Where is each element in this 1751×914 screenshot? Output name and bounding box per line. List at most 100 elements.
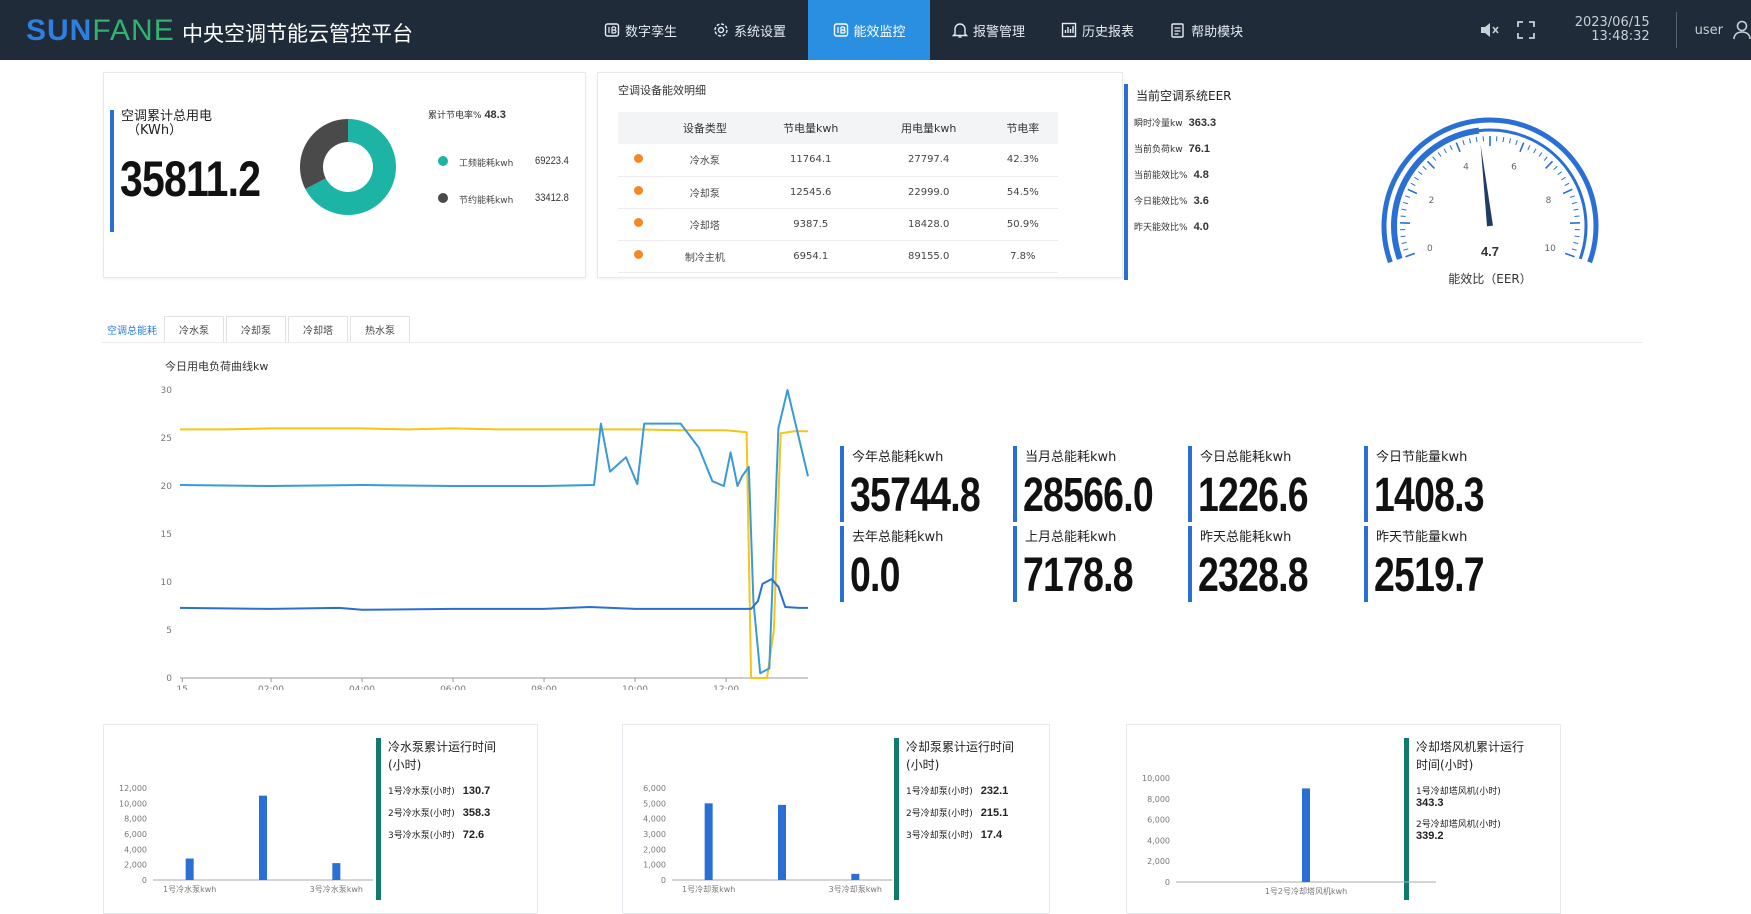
summary-label: 空调累计总用电（KWh） bbox=[121, 110, 212, 138]
table-cell bbox=[618, 176, 658, 208]
legend-value: 69223.4 bbox=[535, 155, 569, 167]
x-tick-label: 15 bbox=[177, 685, 188, 690]
summary-value: 35811.2 bbox=[120, 150, 260, 208]
brand-logo: SUNFANE bbox=[26, 14, 175, 48]
y-tick-label: 10,000 bbox=[1142, 774, 1170, 783]
gauge-tick bbox=[1469, 138, 1470, 143]
table-cell: 冷却泵 bbox=[658, 176, 752, 208]
gear-icon bbox=[713, 22, 729, 38]
x-tick-label: 3号冷却泵kwh bbox=[829, 884, 882, 894]
y-tick-label: 2,000 bbox=[643, 845, 666, 854]
nav-item-3[interactable]: 报警管理 bbox=[938, 0, 1039, 60]
y-tick-label: 15 bbox=[161, 530, 172, 540]
nav-item-2[interactable]: 能效监控 bbox=[808, 0, 930, 60]
nav-item-1[interactable]: 系统设置 bbox=[699, 0, 800, 60]
top-bar: SUNFANE 中央空调节能云管控平台 数字孪生系统设置 能效监控 报警管理历史报表… bbox=[0, 0, 1751, 60]
eer-accent bbox=[1124, 84, 1128, 280]
y-tick-label: 0 bbox=[142, 876, 147, 885]
tab-2[interactable]: 冷却泵 bbox=[226, 316, 286, 342]
legend-dot bbox=[438, 156, 448, 166]
stat-value: 2328.8 bbox=[1198, 548, 1308, 603]
y-tick-label: 4,000 bbox=[643, 815, 666, 824]
stat-value: 1226.6 bbox=[1198, 468, 1308, 523]
table-header: 节电率 bbox=[988, 112, 1058, 144]
bar bbox=[705, 803, 713, 880]
x-tick-label: 3号冷水泵kwh bbox=[310, 884, 363, 894]
table-cell: 9387.5 bbox=[752, 208, 870, 240]
gauge-tick bbox=[1423, 166, 1427, 169]
bar bbox=[1302, 788, 1310, 882]
nav-item-4[interactable]: 历史报表 bbox=[1047, 0, 1148, 60]
gauge-tick-label: 0 bbox=[1427, 244, 1433, 254]
gauge-tick bbox=[1427, 161, 1434, 168]
y-tick-label: 12,000 bbox=[119, 784, 147, 793]
gauge-tick bbox=[1546, 161, 1553, 168]
donut-slice bbox=[300, 119, 348, 189]
nav-item-5[interactable]: 帮助模块 bbox=[1156, 0, 1257, 60]
gauge-tick bbox=[1411, 183, 1415, 185]
nav-item-0[interactable]: 数字孪生 bbox=[590, 0, 691, 60]
stat-value: 35744.8 bbox=[850, 468, 980, 523]
gauge-tick bbox=[1456, 143, 1460, 152]
tab-3[interactable]: 冷却塔 bbox=[288, 316, 348, 342]
table-header: 用电量kwh bbox=[870, 112, 988, 144]
gauge-tick bbox=[1402, 243, 1407, 244]
stat-label: 当月总能耗kwh bbox=[1025, 446, 1116, 465]
table-cell: 冷水泵 bbox=[658, 144, 752, 176]
table-cell: 12545.6 bbox=[752, 176, 870, 208]
legend-label: 工频能耗kwh bbox=[459, 156, 513, 169]
tab-4[interactable]: 热水泵 bbox=[350, 316, 410, 342]
y-tick-label: 4,000 bbox=[124, 845, 147, 854]
status-dot bbox=[634, 154, 643, 163]
x-tick-label: 08:00 bbox=[531, 685, 557, 690]
user-icon[interactable] bbox=[1733, 20, 1751, 40]
x-tick-label: 1号2号冷却塔风机kwh bbox=[1265, 886, 1347, 896]
bell-icon bbox=[952, 22, 968, 38]
status-dot bbox=[634, 218, 643, 227]
gauge-tick-label: 6 bbox=[1511, 163, 1517, 173]
app-title: 中央空调节能云管控平台 bbox=[182, 18, 413, 48]
gauge-caption: 能效比（EER） bbox=[1420, 270, 1560, 287]
gauge-tick bbox=[1572, 249, 1577, 250]
stat-accent bbox=[1364, 526, 1368, 602]
gauge-tick bbox=[1554, 166, 1558, 169]
gauge-tick bbox=[1433, 157, 1436, 161]
runtime-bar-chart: 01,0002,0003,0004,0005,0006,0001号冷却泵kwh3… bbox=[626, 780, 916, 910]
table-cell: 制冷主机 bbox=[658, 240, 752, 272]
stat-tile: 今日总能耗kwh 1226.6 bbox=[1188, 446, 1358, 526]
y-tick-label: 6,000 bbox=[1147, 816, 1170, 825]
stat-label: 今日总能耗kwh bbox=[1200, 446, 1291, 465]
gauge-tick bbox=[1438, 152, 1441, 156]
nav-label: 能效监控 bbox=[854, 21, 906, 40]
gauge-tick bbox=[1476, 137, 1477, 142]
gauge-tick bbox=[1528, 145, 1530, 149]
status-dot bbox=[634, 186, 643, 195]
stat-accent bbox=[1013, 446, 1017, 522]
table-cell bbox=[618, 208, 658, 240]
user-name[interactable]: user bbox=[1695, 23, 1723, 38]
gauge-tick-label: 2 bbox=[1429, 196, 1435, 206]
gauge-tick-label: 4 bbox=[1463, 163, 1469, 173]
x-tick-label: 1号冷水泵kwh bbox=[163, 884, 216, 894]
main-nav: 数字孪生系统设置 能效监控 报警管理历史报表帮助模块 bbox=[590, 0, 1265, 60]
fullscreen-icon[interactable] bbox=[1516, 20, 1536, 40]
x-tick-label: 06:00 bbox=[440, 685, 466, 690]
gauge-tick bbox=[1561, 177, 1565, 180]
eer-row: 瞬时冷量kw363.3 bbox=[1134, 116, 1216, 129]
gauge-tick bbox=[1570, 196, 1575, 198]
y-tick-label: 20 bbox=[161, 482, 173, 492]
y-tick-label: 5 bbox=[166, 626, 172, 636]
tab-1[interactable]: 冷水泵 bbox=[164, 316, 224, 342]
runtime-bar-chart: 02,0004,0006,0008,00010,00012,0001号冷水泵kw… bbox=[107, 780, 397, 910]
bar bbox=[778, 805, 786, 880]
legend-label: 节约能耗kwh bbox=[459, 193, 513, 206]
tab-0[interactable]: 空调总能耗 bbox=[102, 316, 162, 342]
eer-row: 当前负荷kw76.1 bbox=[1134, 142, 1210, 155]
gauge-tick bbox=[1534, 149, 1537, 153]
table-cell: 89155.0 bbox=[870, 240, 988, 272]
y-tick-label: 1,000 bbox=[643, 861, 666, 870]
x-tick-label: 1号冷却泵kwh bbox=[682, 884, 735, 894]
mute-icon[interactable] bbox=[1478, 20, 1500, 40]
gauge-tick bbox=[1563, 189, 1572, 193]
gauge-tick-label: 8 bbox=[1546, 196, 1552, 206]
